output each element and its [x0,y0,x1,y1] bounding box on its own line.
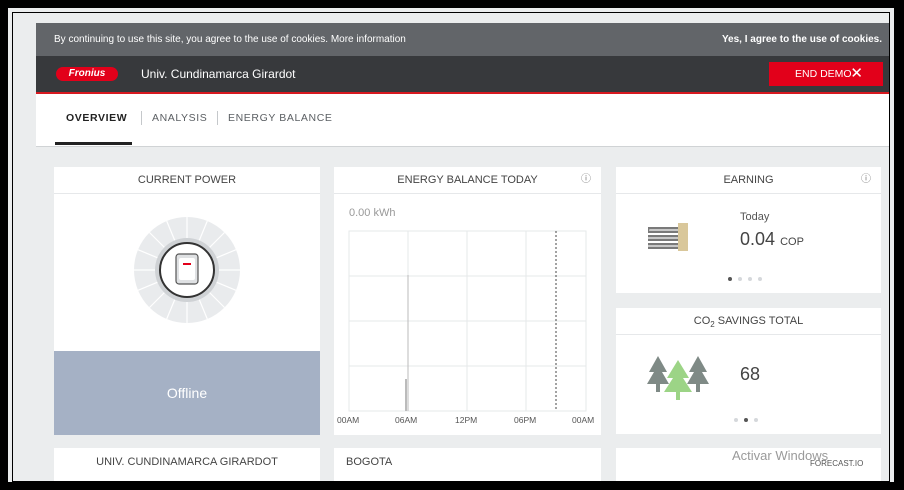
location-card: UNIV. CUNDINAMARCA GIRARDOT [54,448,320,482]
chart-grid [349,231,586,411]
pager-dot[interactable] [758,277,762,281]
end-demo-button[interactable]: END DEMO ✕ [769,62,883,86]
money-icon [648,223,688,251]
pager-dot[interactable] [738,277,742,281]
windows-activation-watermark: Activar Windows [732,448,829,463]
power-status: Offline [54,351,320,435]
co2-card: CO2 SAVINGS TOTAL 68 [616,308,881,434]
tab-overview[interactable]: OVERVIEW [66,112,127,124]
earning-card: EARNING ⓘ Today 0.04 COP [616,167,881,293]
cookie-message[interactable]: By continuing to use this site, you agre… [54,34,406,45]
tab-divider [217,111,218,125]
energy-balance-card: ENERGY BALANCE TODAY ⓘ 0.00 kWh 00AM 06A… [334,167,601,435]
pager-dot[interactable] [744,418,748,422]
cookie-bar: By continuing to use this site, you agre… [36,23,890,56]
inverter-icon [134,217,240,323]
active-tab-indicator [55,142,132,145]
x-tick-label: 12PM [455,415,478,425]
energy-chart [348,230,587,412]
earning-period: Today [740,211,770,223]
co2-value: 68 [740,364,761,384]
pager-dot[interactable] [728,277,732,281]
co2-title-rest: SAVINGS TOTAL [714,315,804,327]
current-power-title: CURRENT POWER [54,167,320,194]
site-name: Univ. Cundinamarca Girardot [141,67,296,81]
info-icon[interactable]: ⓘ [861,167,871,193]
location-card-title: UNIV. CUNDINAMARCA GIRARDOT [96,456,278,468]
tab-bar: OVERVIEW ANALYSIS ENERGY BALANCE [36,94,890,147]
app-header: Fronius Univ. Cundinamarca Girardot END … [36,56,890,94]
cookie-agree-button[interactable]: Yes, I agree to the use of cookies. [722,34,882,45]
energy-bar [405,379,407,411]
tab-energy-balance[interactable]: ENERGY BALANCE [228,112,333,124]
earning-unit: COP [780,236,804,248]
co2-title-main: CO [693,315,711,327]
earning-pager [728,277,762,281]
co2-pager [734,418,758,422]
fronius-logo[interactable]: Fronius [56,67,118,81]
trees-icon [647,356,709,400]
close-icon: ✕ [850,65,863,82]
earning-amount: 0.04 [740,229,776,249]
co2-title: CO2 SAVINGS TOTAL [616,308,881,335]
tab-divider [141,111,142,125]
pager-dot[interactable] [754,418,758,422]
current-power-card: CURRENT POWER Offline [54,167,320,435]
weather-card-title: BOGOTA [346,456,393,468]
end-demo-label: END DEMO [795,68,852,80]
weather-card: BOGOTA [334,448,601,482]
tab-analysis[interactable]: ANALYSIS [152,112,207,124]
x-tick-label: 06PM [514,415,537,425]
app-frame: By continuing to use this site, you agre… [8,8,894,482]
x-tick-label: 06AM [395,415,418,425]
x-tick-label: 00AM [572,415,595,425]
pager-dot[interactable] [748,277,752,281]
x-tick-label: 00AM [337,415,360,425]
earning-value: 0.04 COP [740,229,804,250]
earning-title: EARNING [616,167,881,194]
pager-dot[interactable] [734,418,738,422]
